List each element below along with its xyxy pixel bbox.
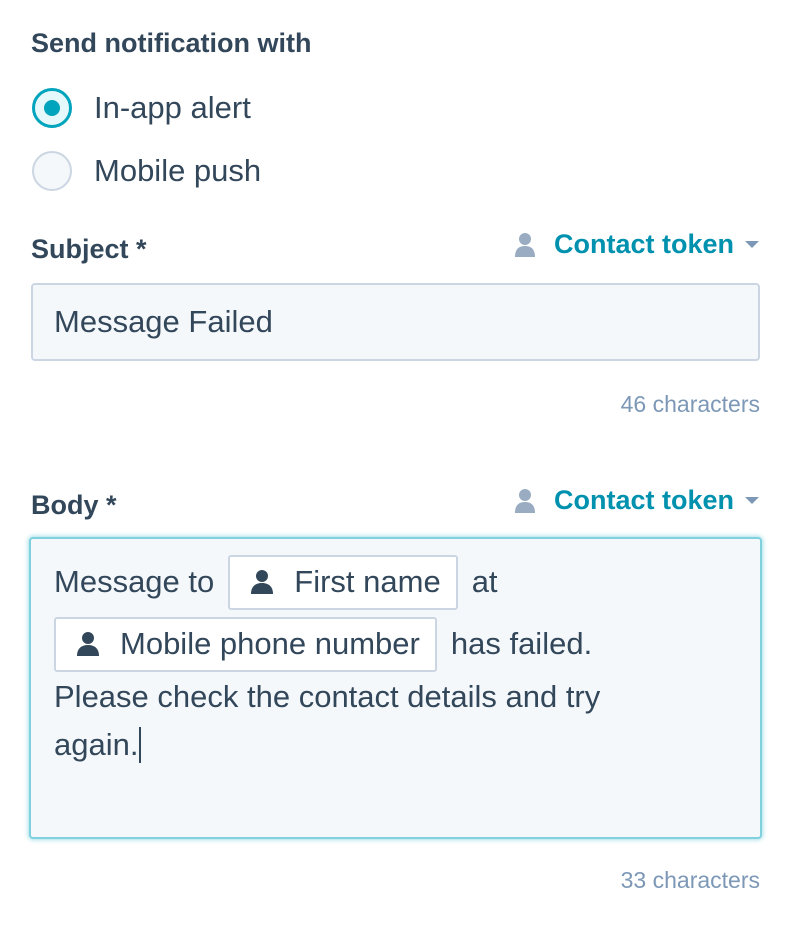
person-icon xyxy=(251,570,274,594)
body-text: has failed. xyxy=(450,626,593,661)
person-icon xyxy=(514,488,535,513)
radio-label-in-app-alert: In-app alert xyxy=(94,90,251,125)
radio-label-mobile-push: Mobile push xyxy=(94,153,262,188)
text-cursor xyxy=(139,727,142,763)
body-line-1: Message to First name at xyxy=(54,553,498,611)
body-text: again. xyxy=(54,727,139,762)
body-line-4: again. xyxy=(54,727,142,763)
body-text: at xyxy=(471,564,498,599)
contact-token-label: Contact token xyxy=(553,229,734,259)
subject-contact-token-dropdown[interactable]: Contact token xyxy=(514,229,760,260)
subject-char-count: 46 characters xyxy=(620,391,760,417)
caret-down-icon xyxy=(745,240,759,248)
token-chip-label: Mobile phone number xyxy=(120,626,420,661)
radio-mobile-push[interactable]: Mobile push xyxy=(32,151,261,191)
subject-label: Subject * xyxy=(31,234,147,264)
person-icon xyxy=(514,232,535,257)
body-label: Body * xyxy=(31,490,117,520)
token-chip-mobile-phone[interactable]: Mobile phone number xyxy=(54,616,437,672)
radio-button-unchecked[interactable] xyxy=(32,151,72,191)
send-notification-label: Send notification with xyxy=(31,28,312,58)
body-text: Message to xyxy=(54,564,215,599)
body-editor[interactable]: Message to First name at Mobile phone nu… xyxy=(29,537,762,839)
radio-in-app-alert[interactable]: In-app alert xyxy=(32,88,251,128)
token-chip-label: First name xyxy=(294,564,441,599)
body-line-3: Please check the contact details and try xyxy=(54,679,601,714)
subject-input[interactable]: Message Failed xyxy=(31,283,760,361)
person-icon xyxy=(77,632,99,656)
notification-form: Send notification with In-app alert Mobi… xyxy=(0,0,800,936)
radio-button-checked[interactable] xyxy=(32,88,72,128)
caret-down-icon xyxy=(745,496,759,504)
token-chip-first-name[interactable]: First name xyxy=(228,554,458,610)
body-contact-token-dropdown[interactable]: Contact token xyxy=(514,485,760,516)
contact-token-label: Contact token xyxy=(553,485,734,515)
body-char-count: 33 characters xyxy=(620,867,760,893)
body-line-2: Mobile phone number has failed. xyxy=(54,615,592,673)
